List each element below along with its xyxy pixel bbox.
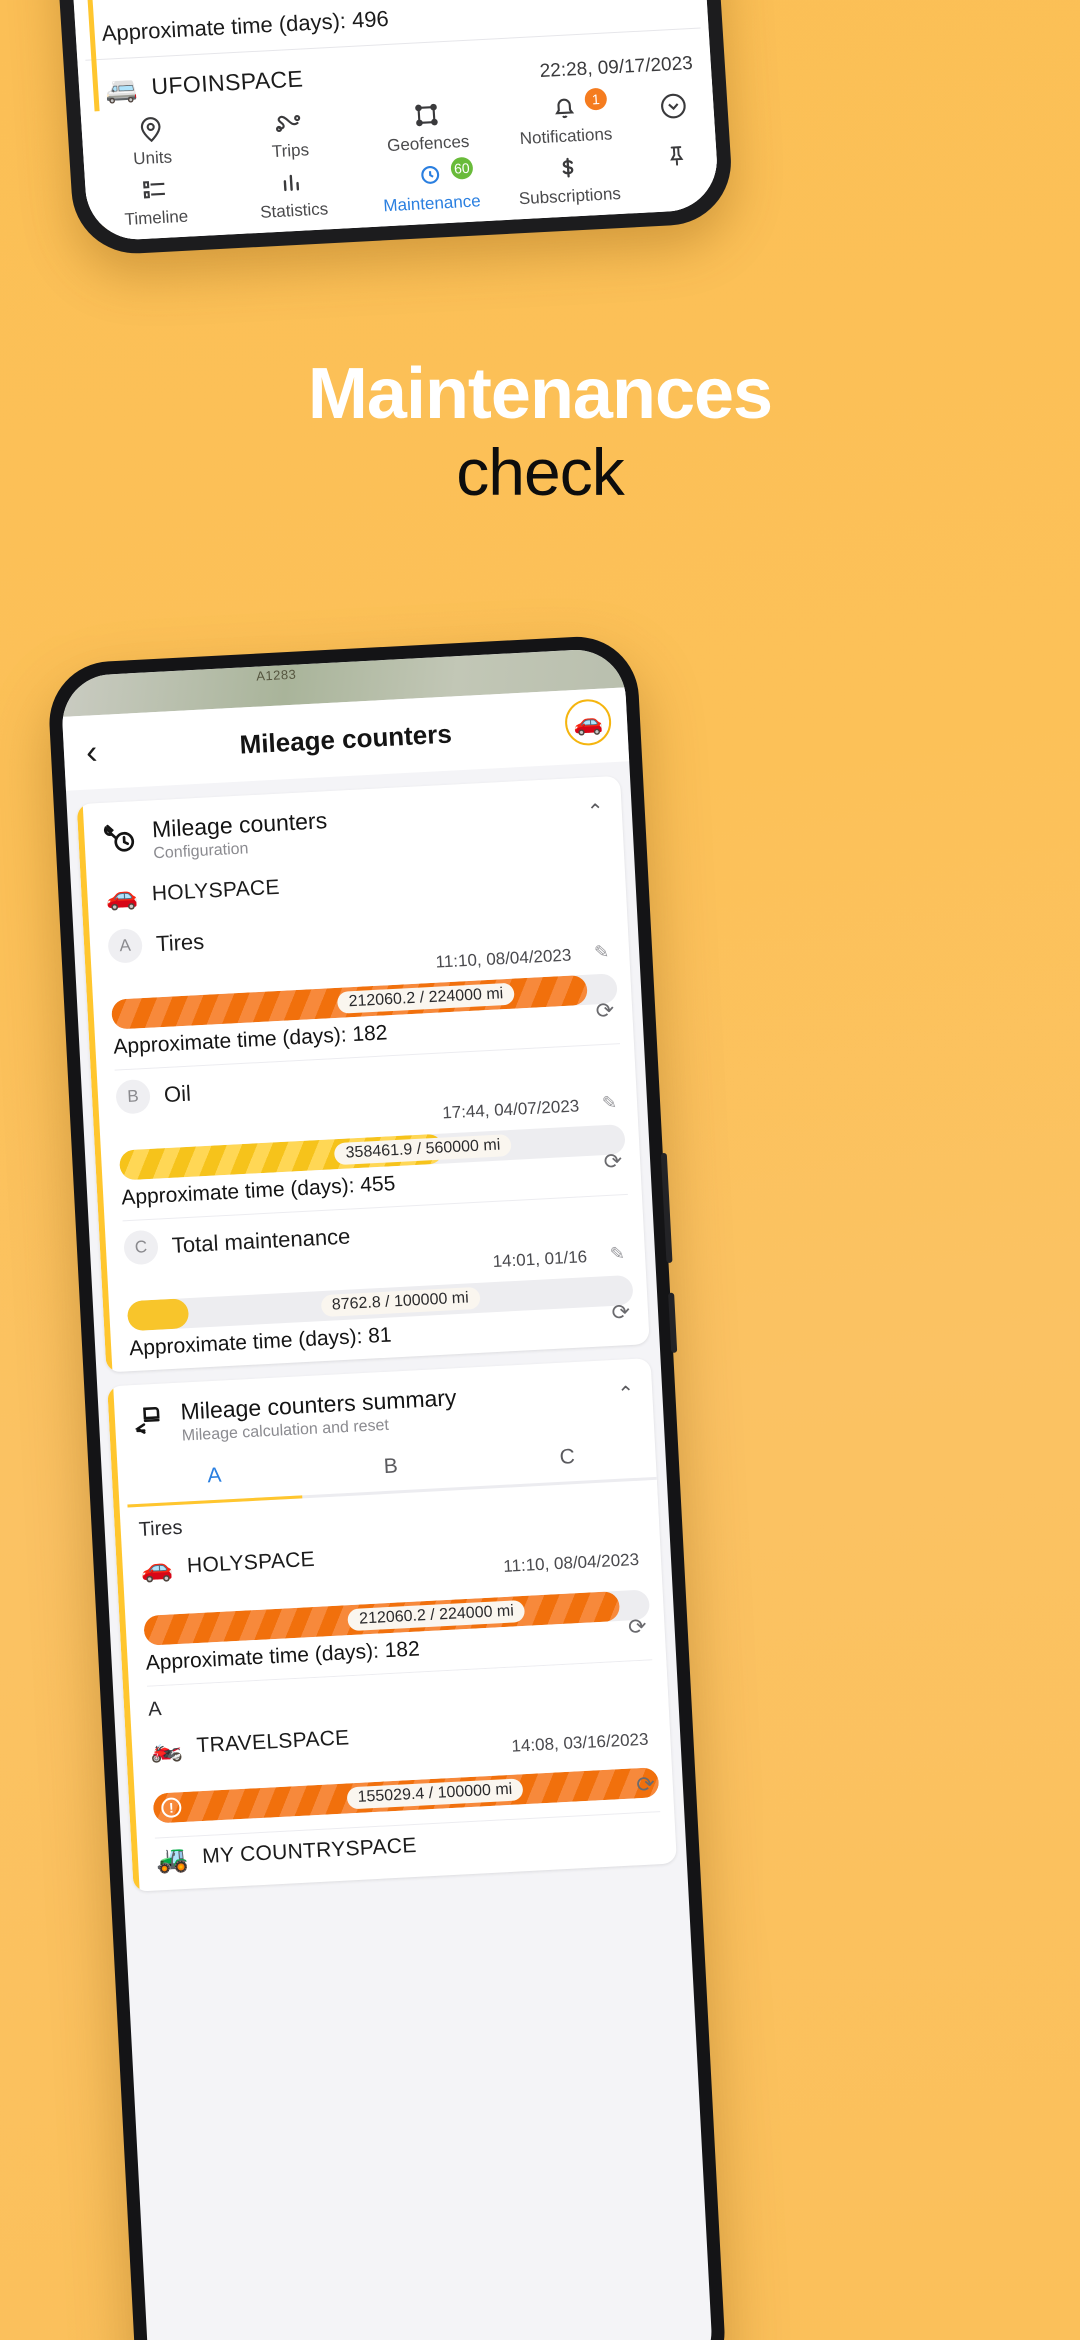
counter-letter-badge: C: [123, 1229, 159, 1266]
card-mileage-counters-summary: Mileage counters summary Mileage calcula…: [107, 1357, 677, 1892]
pencil-icon[interactable]: ✎: [609, 1243, 625, 1265]
nav-side-controls: [632, 85, 719, 203]
headline-line-1: Maintenances: [307, 354, 773, 434]
card-mileage-counters-configuration: Mileage counters Configuration ⌃ 🚗 HOLYS…: [76, 775, 650, 1373]
counter-letter-badge: B: [115, 1078, 151, 1115]
chevron-down-icon[interactable]: [657, 90, 689, 122]
top-phone-screen: 3235.8 / 400000 mi Approximate time (day…: [44, 0, 720, 242]
pencil-icon[interactable]: ✎: [594, 942, 610, 964]
nav-item-maintenance[interactable]: 60 Maintenance: [360, 156, 501, 217]
headline-line-2: check: [456, 435, 624, 510]
counter-name: Total maintenance: [171, 1223, 351, 1258]
car-red-icon[interactable]: 🚗: [563, 698, 613, 747]
nav-item-trips[interactable]: Trips: [219, 104, 360, 165]
unit-name: HOLYSPACE: [186, 1547, 316, 1578]
tractor-yellow-icon: 🚜: [155, 1842, 190, 1875]
car-red-icon: 🚗: [140, 1552, 174, 1584]
sync-icon[interactable]: ⟳: [636, 1771, 656, 1798]
sync-icon[interactable]: ⟳: [595, 997, 615, 1024]
nav-item-geofences[interactable]: Geofences: [357, 96, 498, 157]
phone-power-button: [660, 1152, 673, 1264]
bottom-phone-mockup: A1283 ‹ Mileage counters 🚗 Mileage count…: [46, 633, 728, 2340]
notifications-badge: 1: [584, 87, 608, 111]
unit-name: HOLYSPACE: [151, 875, 281, 906]
dollar-icon: [562, 157, 574, 178]
polygon-icon: [415, 103, 438, 127]
card-title-block: Mileage counters summary Mileage calcula…: [180, 1384, 458, 1445]
nav-label-notifications: Notifications: [519, 124, 613, 149]
nav-label-geofences: Geofences: [386, 131, 470, 156]
bottom-phone-screen: A1283 ‹ Mileage counters 🚗 Mileage count…: [60, 647, 714, 2340]
mileage-reset-icon: [135, 1406, 160, 1434]
wrench-clock-icon: [103, 824, 135, 852]
counter-name: Tires: [155, 928, 205, 957]
nav-item-timeline[interactable]: Timeline: [85, 171, 226, 232]
pin-icon: [140, 117, 161, 143]
nav-label-timeline: Timeline: [124, 206, 189, 229]
chart-icon: [283, 174, 300, 192]
nav-label-trips: Trips: [271, 140, 310, 162]
counter-timestamp: 14:01, 01/16: [492, 1247, 588, 1272]
pencil-icon[interactable]: ✎: [601, 1092, 617, 1114]
nav-label-units: Units: [132, 147, 173, 169]
motorcycle-blue-icon: 🏍️: [149, 1732, 184, 1764]
nav-item-units[interactable]: Units: [81, 111, 222, 172]
nav-item-notifications[interactable]: 1 Notifications: [494, 87, 635, 150]
timeline-icon: [143, 181, 165, 199]
promo-headline: Maintenances check: [0, 354, 1080, 514]
bell-icon: [555, 98, 575, 119]
gear-clock-icon: [421, 165, 440, 184]
chevron-up-icon[interactable]: ⌃: [617, 1381, 635, 1407]
unit-name: TRAVELSPACE: [195, 1726, 350, 1758]
nav-item-subscriptions[interactable]: Subscriptions: [498, 149, 639, 210]
maintenance-badge: 60: [450, 156, 474, 180]
counter-letter-badge: A: [107, 928, 144, 964]
unit-name: MY COUNTRYSPACE: [201, 1833, 418, 1869]
sync-icon[interactable]: ⟳: [603, 1148, 623, 1175]
phone-volume-button: [668, 1292, 678, 1353]
sync-icon[interactable]: ⟳: [627, 1614, 647, 1641]
nav-label-statistics: Statistics: [259, 199, 329, 222]
van-purple-icon: 🚐: [104, 72, 139, 105]
counter-name: Oil: [163, 1080, 192, 1108]
counter-item-oil: B Oil 17:44, 04/07/2023 ✎ 358461.9 / 560…: [91, 1043, 642, 1222]
counter-item-tires: A Tires 11:10, 08/04/2023 ✎ 212060.2 / 2…: [83, 893, 634, 1072]
progress-fill: [126, 1298, 189, 1332]
chevron-up-icon[interactable]: ⌃: [586, 799, 604, 825]
page-title: Mileage counters: [238, 718, 453, 760]
top-unit-name: UFOINSPACE: [150, 65, 304, 100]
car-red-icon: 🚗: [104, 880, 139, 912]
pin-tack-icon[interactable]: [663, 142, 691, 169]
nav-label-subscriptions: Subscriptions: [518, 183, 622, 209]
top-phone-mockup: 3235.8 / 400000 mi Approximate time (day…: [29, 0, 735, 257]
card-title-block: Mileage counters Configuration: [151, 807, 328, 863]
nav-item-statistics[interactable]: Statistics: [223, 164, 364, 225]
map-road-label: A1283: [255, 666, 297, 684]
counter-item-total-maintenance: C Total maintenance 14:01, 01/16 ✎ 8762.…: [99, 1194, 650, 1372]
route-icon: [276, 114, 301, 133]
sync-icon[interactable]: ⟳: [611, 1299, 631, 1326]
chevron-left-icon[interactable]: ‹: [85, 733, 98, 772]
nav-label-maintenance: Maintenance: [382, 191, 482, 216]
